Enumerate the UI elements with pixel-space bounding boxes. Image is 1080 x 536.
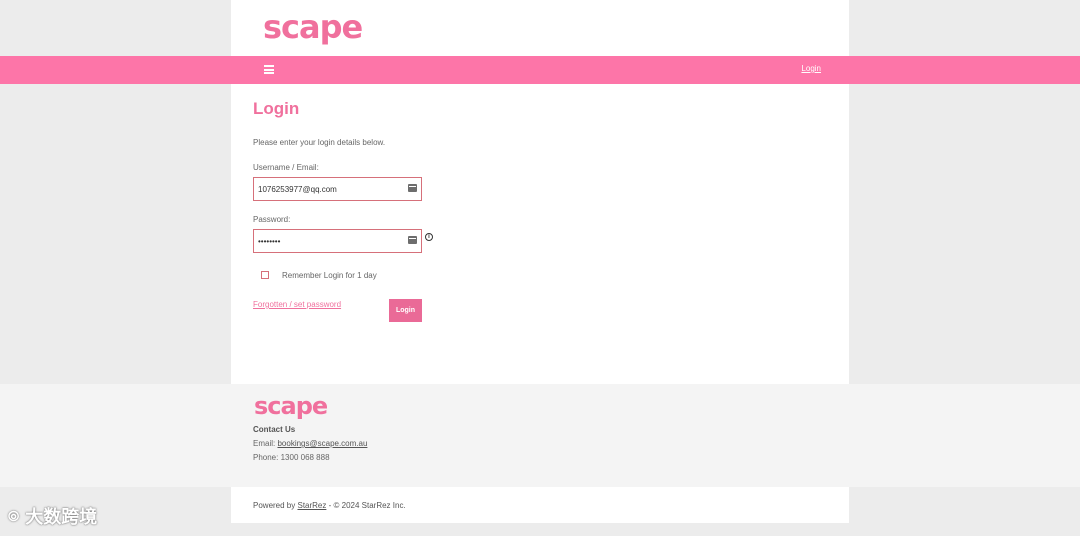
powered-suffix: - © 2024 StarRez Inc. — [328, 501, 406, 510]
scape-logo[interactable]: scape — [263, 8, 363, 46]
watermark-logo-icon: ⦾ — [8, 507, 20, 524]
footer-scape-logo: scape — [254, 392, 328, 420]
page-title: Login — [253, 99, 300, 118]
page: scape Login Login Please enter your logi… — [0, 0, 1080, 536]
powered-by: Powered by StarRez - © 2024 StarRez Inc. — [253, 501, 406, 510]
password-label: Password: — [253, 215, 291, 224]
email-label: Email: — [253, 439, 276, 448]
contact-email: Email: bookings@scape.com.au — [253, 439, 367, 448]
nav-login-link[interactable]: Login — [801, 64, 821, 73]
footer — [0, 384, 1080, 487]
powered-prefix: Powered by — [253, 501, 296, 510]
watermark-text: 大数跨境 — [25, 507, 98, 528]
credit-card-icon[interactable] — [408, 236, 417, 244]
starrez-link[interactable]: StarRez — [297, 501, 326, 510]
credit-card-icon[interactable] — [408, 184, 417, 192]
phone-label: Phone: — [253, 453, 279, 462]
navbar: Login — [0, 56, 1080, 84]
contact-heading: Contact Us — [253, 425, 296, 434]
hamburger-icon[interactable] — [264, 65, 274, 74]
intro-text: Please enter your login details below. — [253, 138, 386, 147]
password-field-box — [253, 229, 422, 253]
watermark: ⦾ 大数跨境 — [8, 502, 97, 530]
remember-label: Remember Login for 1 day — [282, 271, 377, 280]
username-field-box — [253, 177, 422, 201]
forgot-password-link[interactable]: Forgotten / set password — [253, 300, 341, 309]
phone-value: 1300 068 888 — [280, 453, 330, 462]
username-input[interactable] — [254, 178, 399, 200]
username-label: Username / Email: — [253, 163, 319, 172]
login-button[interactable]: Login — [389, 299, 422, 322]
remember-checkbox[interactable] — [261, 271, 269, 279]
email-link[interactable]: bookings@scape.com.au — [277, 439, 367, 448]
info-icon[interactable]: i — [425, 233, 433, 241]
contact-phone: Phone: 1300 068 888 — [253, 453, 330, 462]
password-input[interactable] — [254, 230, 399, 252]
